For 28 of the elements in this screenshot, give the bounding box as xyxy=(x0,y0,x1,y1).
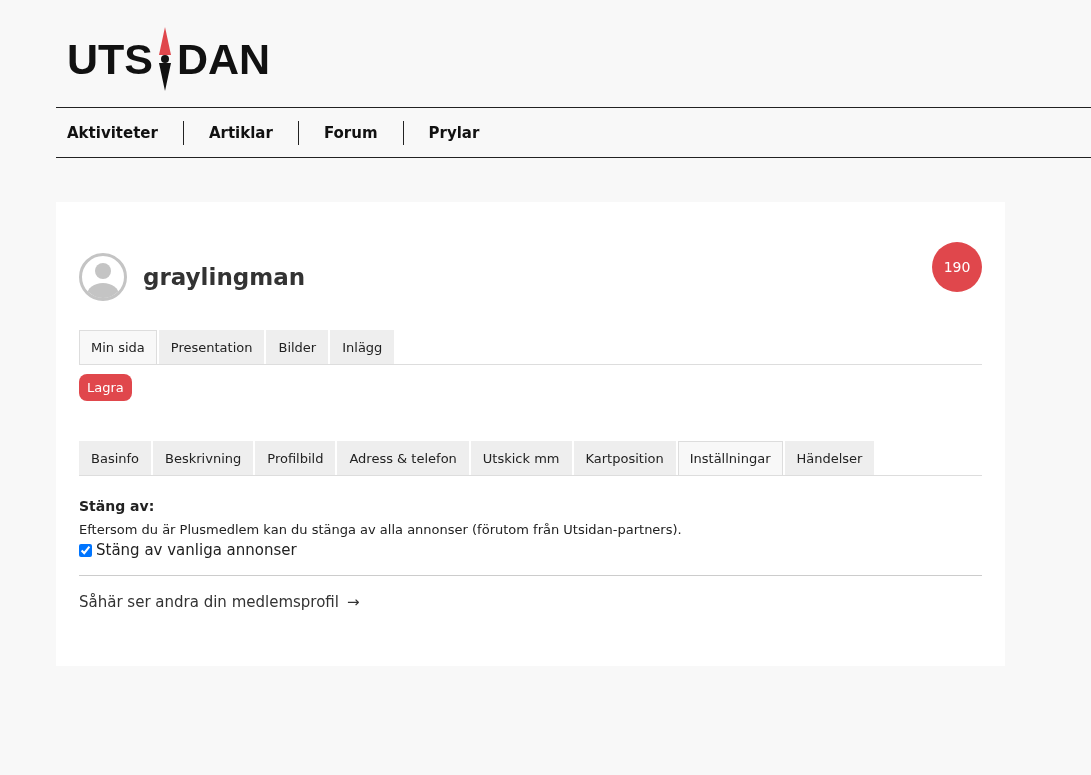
avatar-icon xyxy=(79,253,127,301)
checkbox[interactable] xyxy=(79,543,92,557)
logo-text: DAN xyxy=(177,34,271,84)
tab[interactable]: Inställningar xyxy=(677,441,783,475)
section-heading: Stäng av: xyxy=(79,498,156,514)
logo-text: UTS xyxy=(67,34,153,84)
arrow-icon: → xyxy=(347,593,360,611)
tab[interactable]: Bilder xyxy=(266,330,329,364)
points-badge: 190 xyxy=(932,242,982,292)
nav-link[interactable]: Prylar xyxy=(402,120,505,145)
tab[interactable]: Basinfo xyxy=(79,441,152,475)
description-text: Eftersom du är Plusmedlem kan du stänga av alla annonser (förutom från Utsidan-partners). xyxy=(79,522,683,537)
tab[interactable]: Adress & telefon xyxy=(337,441,469,475)
tab[interactable]: Profilbild xyxy=(255,441,336,475)
nav-link[interactable]: Aktiviteter xyxy=(56,120,183,145)
tab[interactable]: Presentation xyxy=(158,330,265,364)
save-button[interactable]: Lagra xyxy=(79,374,132,401)
tab[interactable]: Utskick mm xyxy=(470,441,572,475)
nav-link[interactable]: Artiklar xyxy=(182,120,298,145)
nav-link[interactable]: Forum xyxy=(297,120,403,145)
tab[interactable]: Kartposition xyxy=(573,441,676,475)
username: graylingman xyxy=(143,264,306,290)
tab[interactable]: Min sida xyxy=(79,330,157,364)
tab[interactable]: Beskrivning xyxy=(153,441,254,475)
tab[interactable]: Händelser xyxy=(784,441,875,475)
checkbox-label: Stäng av vanliga annonser xyxy=(96,541,297,559)
profile-link[interactable]: Såhär ser andra din medlemsprofil → xyxy=(79,593,360,611)
tab[interactable]: Inlägg xyxy=(330,330,395,364)
